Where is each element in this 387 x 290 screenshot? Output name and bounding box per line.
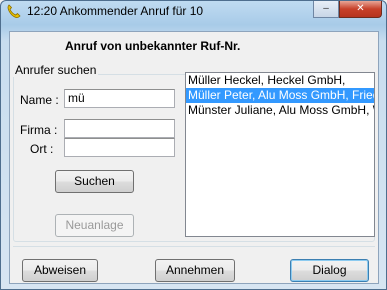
minimize-icon: – [323,3,329,14]
accept-button[interactable]: Annehmen [155,259,235,282]
window-title: 12:20 Ankommender Anruf für 10 [27,4,204,18]
results-list[interactable]: Müller Heckel, Heckel GmbH, Müller Peter… [185,72,375,237]
dialog-client-area: Anruf von unbekannter Ruf-Nr. Anrufer su… [9,31,379,284]
call-dialog-window: 12:20 Ankommender Anruf für 10 – ✕ Anruf… [0,0,387,290]
phone-icon [6,3,22,19]
search-button[interactable]: Suchen [55,170,134,193]
title-bar[interactable]: 12:20 Ankommender Anruf für 10 – ✕ [1,1,386,23]
search-group-label: Anrufer suchen [13,63,99,77]
footer-separator [13,246,375,247]
name-label: Name : [20,93,59,107]
name-field[interactable]: mü [64,89,175,108]
reject-button[interactable]: Abweisen [22,259,98,282]
ort-label: Ort : [30,142,54,156]
list-item[interactable]: Müller Heckel, Heckel GmbH, [186,73,374,88]
list-item-selected[interactable]: Müller Peter, Alu Moss GmbH, Friedr [186,88,374,103]
close-button[interactable]: ✕ [339,1,382,18]
minimize-button[interactable]: – [313,1,339,18]
ort-field[interactable] [64,138,175,157]
list-item[interactable]: Münster Juliane, Alu Moss GmbH, W [186,103,374,118]
firma-field[interactable] [64,119,175,138]
new-entry-button[interactable]: Neuanlage [55,214,134,237]
close-icon: ✕ [356,3,365,14]
dialog-heading: Anruf von unbekannter Ruf-Nr. [65,39,241,53]
dialog-button[interactable]: Dialog [290,259,369,282]
firma-label: Firma : [20,123,58,137]
